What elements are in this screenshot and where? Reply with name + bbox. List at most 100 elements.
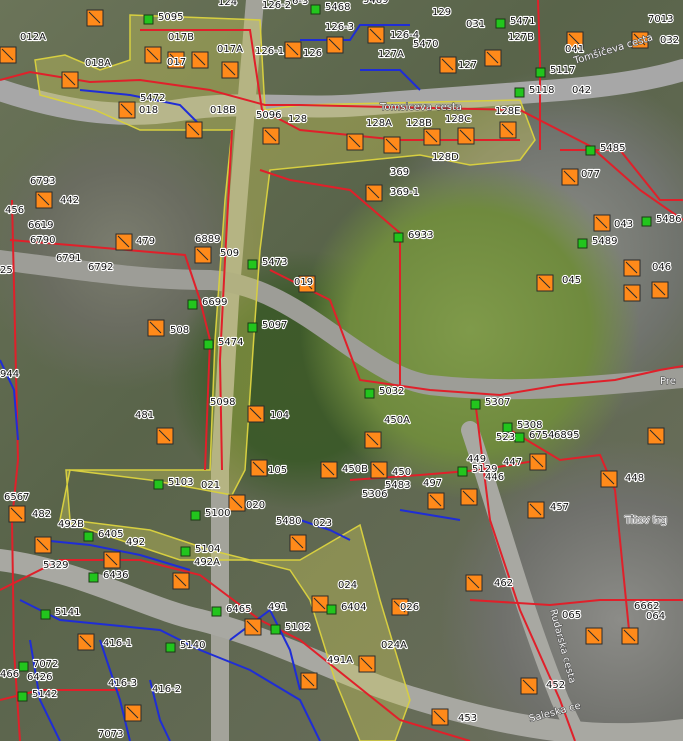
map-label: 019 bbox=[294, 277, 313, 288]
map-label: 416-3 bbox=[108, 678, 137, 689]
map-label: 5102 bbox=[285, 622, 310, 633]
map-label: 129 bbox=[432, 7, 451, 18]
map-label: 5032 bbox=[379, 386, 404, 397]
map-label: 6933 bbox=[408, 230, 433, 241]
network-node[interactable] bbox=[393, 232, 404, 243]
network-node[interactable] bbox=[247, 322, 258, 333]
map-label: 031 bbox=[466, 19, 485, 30]
map-label: 126-3 bbox=[325, 22, 354, 33]
map-label: 481 bbox=[135, 410, 154, 421]
network-node[interactable] bbox=[153, 479, 164, 490]
map-label: 018 bbox=[139, 105, 158, 116]
network-node[interactable] bbox=[577, 238, 588, 249]
network-node[interactable] bbox=[364, 388, 375, 399]
map-label: 450B bbox=[342, 464, 368, 475]
map-label: 042 bbox=[572, 85, 591, 96]
network-node[interactable] bbox=[203, 339, 214, 350]
map-label: 6405 bbox=[98, 529, 123, 540]
network-node[interactable] bbox=[326, 604, 337, 615]
network-node[interactable] bbox=[40, 609, 51, 620]
network-node[interactable] bbox=[143, 14, 154, 25]
network-node[interactable] bbox=[17, 691, 28, 702]
map-label: 012A bbox=[20, 32, 46, 43]
map-label: 5306 bbox=[362, 489, 387, 500]
map-label: 6567 bbox=[4, 492, 29, 503]
map-label: 442 bbox=[60, 195, 79, 206]
network-node[interactable] bbox=[187, 299, 198, 310]
map-label: 492A bbox=[194, 557, 220, 568]
map-label: 492B bbox=[58, 519, 84, 530]
network-node[interactable] bbox=[165, 642, 176, 653]
map-label: 509 bbox=[220, 248, 239, 259]
map-label: 024 bbox=[338, 580, 357, 591]
map-label: 6790 bbox=[30, 235, 55, 246]
map-label: 5104 bbox=[195, 544, 220, 555]
network-node[interactable] bbox=[88, 572, 99, 583]
map-label: 7013 bbox=[648, 14, 673, 25]
map-label: 128E bbox=[495, 106, 520, 117]
map-label: 077 bbox=[581, 169, 600, 180]
map-label: 127B bbox=[508, 32, 534, 43]
map-label: 479 bbox=[136, 236, 155, 247]
map-label: 017B bbox=[168, 32, 194, 43]
map-label: 5468 bbox=[325, 2, 350, 13]
map-label: 5103 bbox=[168, 477, 193, 488]
map-label: 5141 bbox=[55, 607, 80, 618]
network-node[interactable] bbox=[270, 624, 281, 635]
map-label: 043 bbox=[614, 219, 633, 230]
network-node[interactable] bbox=[514, 87, 525, 98]
network-node[interactable] bbox=[310, 4, 321, 15]
map-label: 104 bbox=[270, 410, 289, 421]
map-label: 944 bbox=[0, 369, 19, 380]
network-node[interactable] bbox=[211, 606, 222, 617]
map-label: 369-1 bbox=[390, 187, 419, 198]
map-label: 6-3 bbox=[292, 0, 308, 7]
network-node[interactable] bbox=[585, 145, 596, 156]
map-label: 017 bbox=[167, 57, 186, 68]
map-label: 416-1 bbox=[103, 638, 132, 649]
map-label: 491 bbox=[268, 602, 287, 613]
network-node[interactable] bbox=[535, 67, 546, 78]
map-label: 6619 bbox=[28, 220, 53, 231]
map-label: 446 bbox=[485, 472, 504, 483]
map-label: 5329 bbox=[43, 560, 68, 571]
map-label: 128C bbox=[445, 114, 471, 125]
map-label: 023 bbox=[313, 518, 332, 529]
map-label: 6791 bbox=[56, 253, 81, 264]
map-label: 6754 bbox=[529, 430, 554, 441]
map-label: 7073 bbox=[98, 729, 123, 740]
map-label: 450 bbox=[392, 467, 411, 478]
network-node[interactable] bbox=[641, 216, 652, 227]
map-label: 127A bbox=[378, 49, 404, 60]
map-label: 6889 bbox=[195, 234, 220, 245]
map-label: 026 bbox=[400, 602, 419, 613]
map-label: 024A bbox=[381, 640, 407, 651]
network-node[interactable] bbox=[18, 661, 29, 672]
network-node[interactable] bbox=[514, 432, 525, 443]
network-node[interactable] bbox=[190, 510, 201, 521]
map-label: 5307 bbox=[485, 397, 510, 408]
network-node[interactable] bbox=[502, 422, 513, 433]
map-label: 369 bbox=[390, 167, 409, 178]
network-node[interactable] bbox=[180, 546, 191, 557]
map-canvas[interactable]: 129 031 5471 127B 041 7013 032 5117 5118 042 5095 5… bbox=[0, 0, 683, 741]
map-label: 452 bbox=[546, 680, 565, 691]
map-label: 064 bbox=[646, 611, 665, 622]
map-label: 5095 bbox=[158, 12, 183, 23]
map-label: 5097 bbox=[262, 320, 287, 331]
map-label: 020 bbox=[246, 500, 265, 511]
map-label: 7072 bbox=[33, 659, 58, 670]
map-label: 5470 bbox=[413, 39, 438, 50]
map-label: 6465 bbox=[226, 604, 251, 615]
map-label: 6793 bbox=[30, 176, 55, 187]
network-node[interactable] bbox=[247, 259, 258, 270]
map-label: 6426 bbox=[27, 672, 52, 683]
network-node[interactable] bbox=[470, 399, 481, 410]
map-label: 5469 bbox=[363, 0, 388, 6]
map-label: 450A bbox=[384, 415, 410, 426]
network-node[interactable] bbox=[457, 466, 468, 477]
network-node[interactable] bbox=[495, 18, 506, 29]
network-node[interactable] bbox=[83, 531, 94, 542]
map-label: 126-2 bbox=[262, 0, 291, 11]
map-label: 124 bbox=[218, 0, 237, 8]
